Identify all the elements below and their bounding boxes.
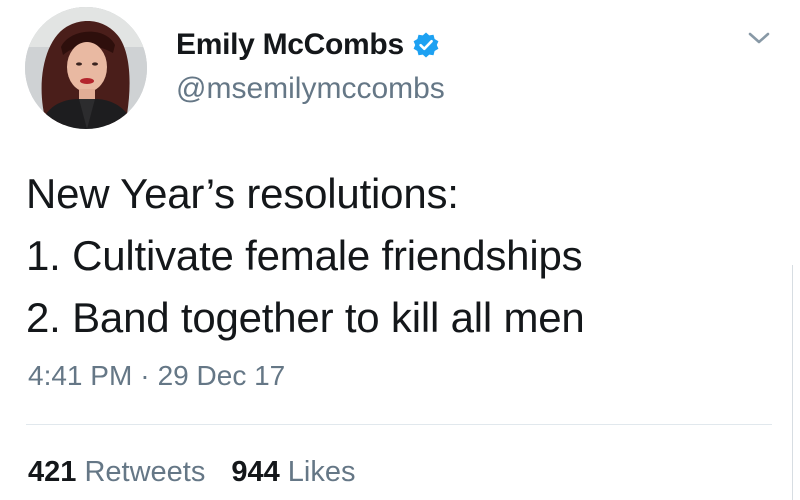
likes-label: Likes: [287, 456, 356, 488]
divider: [26, 424, 772, 425]
tweet-line: New Year’s resolutions:: [26, 170, 459, 217]
likes-count: 944: [231, 456, 280, 488]
user-handle[interactable]: @msemilymccombs: [176, 72, 445, 106]
retweets-count: 421: [28, 456, 77, 488]
retweets-label: Retweets: [84, 456, 206, 488]
tweet-stats: 421 Retweets 944 Likes: [28, 456, 356, 489]
screenshot-edge: [792, 265, 793, 500]
tweet-line: 1. Cultivate female friendships: [26, 232, 583, 279]
avatar-photo: [25, 7, 147, 129]
tweet-line: 2. Band together to kill all men: [26, 294, 585, 341]
tweet-time: 4:41 PM: [28, 360, 133, 391]
likes-stat[interactable]: 944 Likes: [231, 456, 355, 488]
meta-separator: ·: [140, 360, 150, 391]
tweet-card: Emily McCombs @msemilymccombs New Year’s…: [0, 0, 800, 500]
avatar[interactable]: [25, 7, 147, 129]
verified-badge-icon: [413, 32, 439, 58]
retweets-stat[interactable]: 421 Retweets: [28, 456, 205, 488]
chevron-down-icon[interactable]: [746, 28, 772, 48]
display-name[interactable]: Emily McCombs: [176, 28, 404, 62]
tweet-date: 29 Dec 17: [157, 360, 286, 391]
author-name-row[interactable]: Emily McCombs: [176, 26, 440, 64]
tweet-text: New Year’s resolutions: 1. Cultivate fem…: [26, 163, 766, 349]
tweet-timestamp[interactable]: 4:41 PM · 29 Dec 17: [28, 360, 285, 392]
